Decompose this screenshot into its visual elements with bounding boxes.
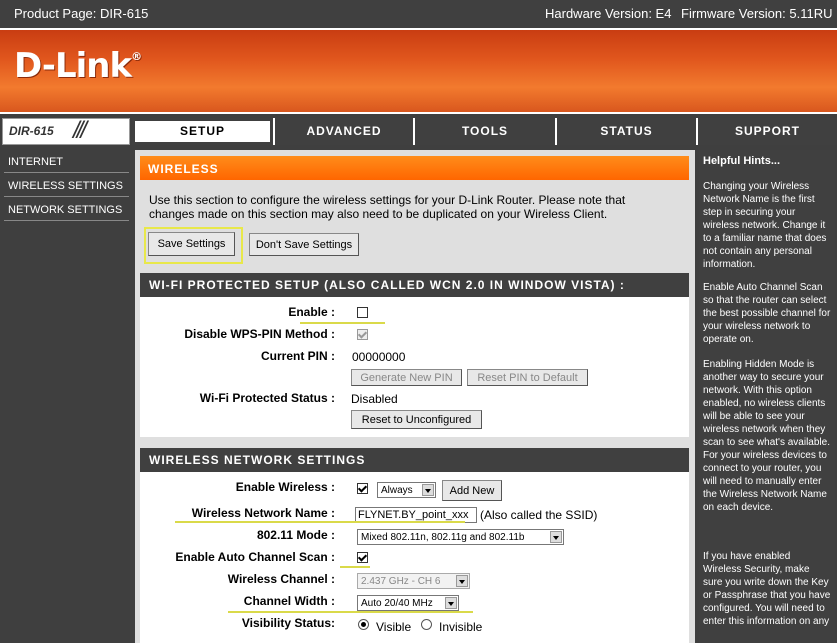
dont-save-settings-button[interactable]: Don't Save Settings xyxy=(249,233,359,256)
wps-status-label: Wi-Fi Protected Status : xyxy=(199,391,335,405)
visible-radio-label: Visible xyxy=(376,620,412,634)
network-name-underline xyxy=(175,521,465,523)
reset-pin-default-button[interactable]: Reset PIN to Default xyxy=(467,369,588,386)
hint-paragraph: Enabling Hidden Mode is another way to s… xyxy=(703,359,830,513)
wps-status-value: Disabled xyxy=(351,392,398,406)
wps-enable-checkbox[interactable] xyxy=(357,307,368,318)
enable-wireless-checkbox[interactable] xyxy=(357,483,368,494)
model-badge: DIR-615 /// xyxy=(2,117,130,145)
hint-paragraph: Enable Auto Channel Scan so that the rou… xyxy=(703,282,831,345)
schedule-select[interactable]: Always xyxy=(377,482,436,498)
channel-label: Wireless Channel : xyxy=(227,572,335,586)
visible-radio[interactable] xyxy=(358,619,369,630)
wps-section-title: WI-FI PROTECTED SETUP (ALSO CALLED WCN 2… xyxy=(140,273,689,297)
invisible-radio[interactable] xyxy=(421,619,432,630)
dlink-logo: D-Link® xyxy=(14,46,142,86)
channel-width-select[interactable]: Auto 20/40 MHz xyxy=(357,595,459,611)
current-pin-value: 00000000 xyxy=(352,350,406,364)
auto-channel-checkbox[interactable] xyxy=(357,552,368,563)
helpful-hints-panel: Helpful Hints... Changing your Wireless … xyxy=(699,150,835,643)
sidebar-item-wireless-settings[interactable]: WIRELESS SETTINGS xyxy=(4,175,129,197)
mode-label: 802.11 Mode : xyxy=(256,528,335,542)
product-page-text: Product Page: DIR-615 xyxy=(14,6,149,21)
hint-paragraph: If you have enabled Wireless Security, m… xyxy=(703,551,831,627)
enable-wireless-label: Enable Wireless : xyxy=(235,480,335,494)
disable-wps-pin-label: Disable WPS-PIN Method : xyxy=(184,327,335,341)
auto-channel-label: Enable Auto Channel Scan : xyxy=(175,550,335,564)
save-settings-button[interactable]: Save Settings xyxy=(148,232,235,256)
slash-decoration: /// xyxy=(73,117,87,144)
tab-tools[interactable]: TOOLS xyxy=(413,118,555,145)
chevron-down-icon xyxy=(445,597,457,609)
generate-new-pin-button[interactable]: Generate New PIN xyxy=(351,369,462,386)
header-banner: D-Link® xyxy=(0,28,837,114)
wireless-description: Use this section to configure the wirele… xyxy=(149,193,626,221)
wps-enable-label: Enable : xyxy=(288,305,335,319)
tab-setup[interactable]: SETUP xyxy=(132,118,273,145)
tab-status[interactable]: STATUS xyxy=(555,118,696,145)
tab-advanced[interactable]: ADVANCED xyxy=(273,118,413,145)
reset-to-unconfigured-button[interactable]: Reset to Unconfigured xyxy=(351,410,482,429)
chevron-down-icon xyxy=(456,575,468,587)
wns-section-title: WIRELESS NETWORK SETTINGS xyxy=(140,448,689,472)
mode-select[interactable]: Mixed 802.11n, 802.11g and 802.11b xyxy=(357,529,564,545)
tab-support[interactable]: SUPPORT xyxy=(696,118,837,145)
channel-select[interactable]: 2.437 GHz - CH 6 xyxy=(357,573,470,589)
model-name: DIR-615 xyxy=(9,124,54,138)
disable-wps-pin-checkbox[interactable] xyxy=(357,329,368,340)
chevron-down-icon xyxy=(550,531,562,543)
current-pin-label: Current PIN : xyxy=(260,349,335,363)
invisible-radio-label: Invisible xyxy=(439,620,483,634)
chevron-down-icon xyxy=(422,484,434,496)
enable-underline xyxy=(300,322,385,324)
channel-width-label: Channel Width : xyxy=(243,594,335,608)
ssid-note: (Also called the SSID) xyxy=(480,508,598,522)
firmware-version-text: Firmware Version: 5.11RU xyxy=(681,6,833,21)
hint-paragraph: Changing your Wireless Network Name is t… xyxy=(703,181,827,270)
wireless-section-title: WIRELESS xyxy=(140,156,689,180)
channel-width-underline xyxy=(228,611,473,613)
sidebar-item-network-settings[interactable]: NETWORK SETTINGS xyxy=(4,199,129,221)
hardware-version-text: Hardware Version: E4 xyxy=(545,6,672,21)
sidebar-item-internet[interactable]: INTERNET xyxy=(4,151,129,173)
auto-channel-underline xyxy=(340,566,370,568)
hints-title: Helpful Hints... xyxy=(703,155,780,167)
visibility-label: Visibility Status: xyxy=(241,616,335,630)
add-new-button[interactable]: Add New xyxy=(442,480,502,501)
top-info-bar: Product Page: DIR-615 Hardware Version: … xyxy=(0,0,837,28)
network-name-label: Wireless Network Name : xyxy=(191,506,335,520)
